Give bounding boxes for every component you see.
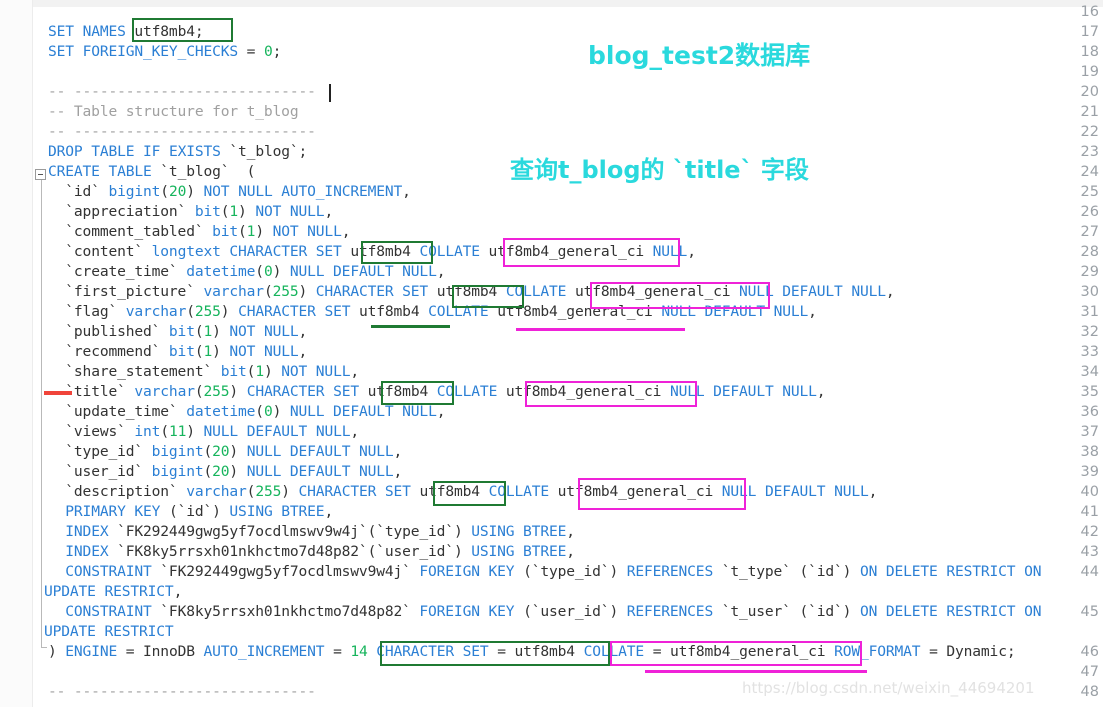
line-number-33: 33: [1080, 344, 1099, 360]
code-line-40: `description` varchar(255) CHARACTER SET…: [65, 483, 878, 500]
line-number-40: 40: [1080, 484, 1099, 500]
line-number-47: 47: [1080, 664, 1099, 680]
code-line-24: CREATE TABLE `t_blog` (: [48, 163, 256, 180]
line-number-29: 29: [1080, 264, 1099, 280]
line-number-36: 36: [1080, 404, 1099, 420]
line-number-23: 23: [1080, 144, 1099, 160]
code-line-44-cont: UPDATE RESTRICT,: [44, 583, 183, 600]
line-number-37: 37: [1080, 424, 1099, 440]
code-line-33: `recommend` bit(1) NOT NULL,: [65, 343, 308, 360]
code-line-44: CONSTRAINT `FK292449gwg5yf7ocdlmswv9w4j`…: [65, 563, 1042, 580]
line-number-22: 22: [1080, 124, 1099, 140]
line-number-44: 44: [1080, 564, 1099, 580]
text-caret: [329, 84, 331, 102]
line-number-46: 46: [1080, 644, 1099, 660]
line-number-41: 41: [1080, 504, 1099, 520]
fold-toggle-line-24[interactable]: [35, 169, 46, 180]
line-number-48: 48: [1080, 684, 1099, 700]
code-line-32: `published` bit(1) NOT NULL,: [65, 323, 308, 340]
code-line-45-cont: UPDATE RESTRICT: [44, 623, 174, 640]
line-number-32: 32: [1080, 324, 1099, 340]
line-number-18: 18: [1080, 44, 1099, 60]
code-line-26: `appreciation` bit(1) NOT NULL,: [65, 203, 334, 220]
code-line-18: SET FOREIGN_KEY_CHECKS = 0;: [48, 43, 282, 60]
code-line-29: `create_time` datetime(0) NULL DEFAULT N…: [65, 263, 446, 280]
watermark: https://blog.csdn.net/weixin_44694201: [742, 679, 1035, 697]
code-line-22: -- ----------------------------: [48, 123, 316, 140]
line-number-35: 35: [1080, 384, 1099, 400]
code-line-46: ) ENGINE = InnoDB AUTO_INCREMENT = 14 CH…: [48, 643, 1016, 660]
line-number-26: 26: [1080, 204, 1099, 220]
line-number-20: 20: [1080, 84, 1099, 100]
window-top-strip: [0, 0, 1103, 7]
code-line-27: `comment_tabled` bit(1) NOT NULL,: [65, 223, 351, 240]
annotation-pink-underline-bottom: [645, 670, 867, 673]
annotation-green-underline-line-31: [371, 325, 450, 328]
code-line-42: INDEX `FK292449gwg5yf7ocdlmswv9w4j`(`typ…: [65, 523, 575, 540]
code-line-37: `views` int(11) NULL DEFAULT NULL,: [65, 423, 359, 440]
line-number-25: 25: [1080, 184, 1099, 200]
code-line-38: `type_id` bigint(20) NULL DEFAULT NULL,: [65, 443, 403, 460]
note-db-name: blog_test2数据库: [588, 41, 811, 70]
code-line-34: `share_statement` bit(1) NOT NULL,: [65, 363, 359, 380]
line-number-43: 43: [1080, 544, 1099, 560]
line-number-30: 30: [1080, 284, 1099, 300]
line-number-45: 45: [1080, 604, 1099, 620]
code-line-39: `user_id` bigint(20) NULL DEFAULT NULL,: [65, 463, 403, 480]
line-number-42: 42: [1080, 524, 1099, 540]
line-number-24: 24: [1080, 164, 1099, 180]
code-line-48: -- ----------------------------: [48, 683, 316, 700]
code-line-25: `id` bigint(20) NOT NULL AUTO_INCREMENT,: [65, 183, 411, 200]
code-line-45: CONSTRAINT `FK8ky5rrsxh01nkhctmo7d48p82`…: [65, 603, 1042, 620]
line-number-39: 39: [1080, 464, 1099, 480]
line-number-gutter: [0, 0, 33, 707]
line-number-16: 16: [1080, 4, 1099, 20]
line-number-38: 38: [1080, 444, 1099, 460]
note-title-field: 查询t_blog的 `title` 字段: [510, 156, 809, 184]
code-line-30: `first_picture` varchar(255) CHARACTER S…: [65, 283, 895, 300]
code-line-41: PRIMARY KEY (`id`) USING BTREE,: [65, 503, 334, 520]
line-number-31: 31: [1080, 304, 1099, 320]
code-line-20: -- ----------------------------: [48, 83, 316, 100]
line-number-34: 34: [1080, 364, 1099, 380]
line-number-19: 19: [1080, 64, 1099, 80]
code-line-36: `update_time` datetime(0) NULL DEFAULT N…: [65, 403, 446, 420]
annotation-pink-underline-line-31: [516, 328, 685, 331]
code-line-28: `content` longtext CHARACTER SET utf8mb4…: [65, 243, 696, 260]
code-line-17: SET NAMES utf8mb4;: [48, 23, 204, 40]
code-line-35: `title` varchar(255) CHARACTER SET utf8m…: [65, 383, 826, 400]
line-number-28: 28: [1080, 244, 1099, 260]
code-line-43: INDEX `FK8ky5rrsxh01nkhctmo7d48p82`(`use…: [65, 543, 575, 560]
line-number-21: 21: [1080, 104, 1099, 120]
code-line-21: -- Table structure for t_blog: [48, 103, 299, 120]
sql-editor[interactable]: 16 17 18 19 20 21 22 23 24 25 26 27 28 29 30 31 32 33 34 35…: [0, 0, 1103, 707]
code-line-31: `flag` varchar(255) CHARACTER SET utf8mb…: [65, 303, 817, 320]
line-number-27: 27: [1080, 224, 1099, 240]
code-line-23: DROP TABLE IF EXISTS `t_blog`;: [48, 143, 308, 160]
line-number-17: 17: [1080, 24, 1099, 40]
fold-region-line: [41, 180, 42, 647]
fold-region-end: [41, 647, 47, 648]
